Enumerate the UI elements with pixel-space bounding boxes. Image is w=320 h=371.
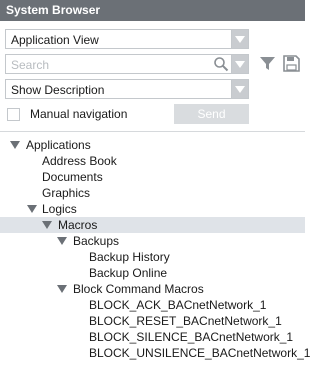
tree-node-block-command-macros[interactable]: Block Command Macros xyxy=(0,281,305,297)
expand-toggle-icon[interactable] xyxy=(57,237,67,245)
floppy-disk-icon[interactable] xyxy=(283,55,300,72)
tree-node-address-book[interactable]: Address Book xyxy=(0,153,305,169)
manual-navigation-checkbox[interactable] xyxy=(7,108,20,121)
search-input[interactable]: Search xyxy=(5,54,249,74)
tree-node-block-silence[interactable]: BLOCK_SILENCE_BACnetNetwork_1 xyxy=(0,329,305,345)
chevron-down-icon[interactable] xyxy=(231,80,248,98)
description-select-value: Show Description xyxy=(11,83,105,97)
tree-node-macros[interactable]: Macros xyxy=(0,217,305,233)
tree-node-label: Backup History xyxy=(89,250,170,264)
expand-toggle-icon[interactable] xyxy=(27,205,37,213)
manual-navigation-label: Manual navigation xyxy=(30,107,128,121)
tree-node-label: Macros xyxy=(58,218,98,232)
tree-node-label: BLOCK_UNSILENCE_BACnetNetwork_1 xyxy=(89,346,311,360)
funnel-icon[interactable] xyxy=(259,55,276,72)
tree-node-label: Graphics xyxy=(42,186,91,200)
view-select[interactable]: Application View xyxy=(5,29,249,49)
tree-node-label: Documents xyxy=(42,170,103,184)
search-placeholder: Search xyxy=(11,58,50,72)
expand-toggle-icon[interactable] xyxy=(10,141,20,149)
tree-node-label: BLOCK_RESET_BACnetNetwork_1 xyxy=(89,314,282,328)
send-button[interactable]: Send xyxy=(174,104,249,124)
tree-node-block-ack[interactable]: BLOCK_ACK_BACnetNetwork_1 xyxy=(0,297,305,313)
panel-title: System Browser xyxy=(0,0,305,21)
tree-node-label: BLOCK_ACK_BACnetNetwork_1 xyxy=(89,298,267,312)
view-select-value: Application View xyxy=(11,33,99,47)
tree-node-backup-online[interactable]: Backup Online xyxy=(0,265,305,281)
description-select[interactable]: Show Description xyxy=(5,79,249,99)
tree-node-label: BLOCK_SILENCE_BACnetNetwork_1 xyxy=(89,330,294,344)
chevron-down-icon[interactable] xyxy=(231,55,248,73)
tree-node-label: Backup Online xyxy=(89,266,168,280)
tree-node-label: Logics xyxy=(42,202,77,216)
expand-toggle-icon[interactable] xyxy=(42,221,52,229)
tree-node-backups[interactable]: Backups xyxy=(0,233,305,249)
tree-node-block-unsilence[interactable]: BLOCK_UNSILENCE_BACnetNetwork_1 xyxy=(0,345,310,361)
tree-node-logics[interactable]: Logics xyxy=(0,201,305,217)
tree-node-graphics[interactable]: Graphics xyxy=(0,185,305,201)
tree-node-label: Backups xyxy=(73,234,120,248)
tree-node-label: Block Command Macros xyxy=(73,282,204,296)
tree-node-label: Applications xyxy=(26,138,91,152)
chevron-down-icon[interactable] xyxy=(231,30,248,48)
expand-toggle-icon[interactable] xyxy=(57,285,67,293)
search-icon[interactable] xyxy=(213,56,229,72)
tree-node-applications[interactable]: Applications xyxy=(0,137,305,153)
tree-node-label: Address Book xyxy=(42,154,117,168)
application-tree: Applications Address Book Documents Grap… xyxy=(0,137,310,361)
tree-node-documents[interactable]: Documents xyxy=(0,169,305,185)
tree-node-backup-history[interactable]: Backup History xyxy=(0,249,305,265)
tree-node-block-reset[interactable]: BLOCK_RESET_BACnetNetwork_1 xyxy=(0,313,305,329)
divider xyxy=(0,131,305,132)
